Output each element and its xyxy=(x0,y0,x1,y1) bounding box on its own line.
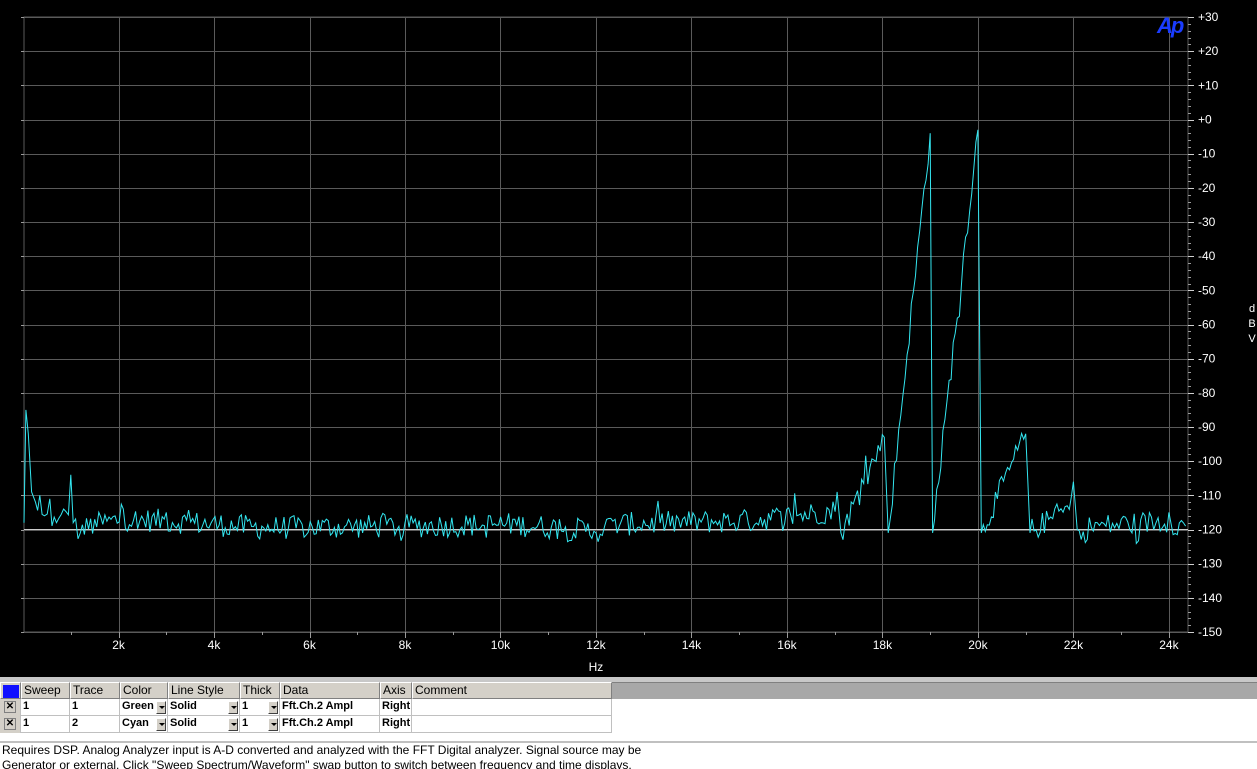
y-tick-label: -110 xyxy=(1198,488,1221,502)
cell-comment[interactable] xyxy=(412,716,612,733)
x-tick-label: 12k xyxy=(586,638,606,652)
row-checkbox-cell[interactable]: ✕ xyxy=(0,716,21,733)
color-dropdown-icon[interactable] xyxy=(156,701,166,714)
line-style-dropdown-icon[interactable] xyxy=(228,718,238,731)
cell-thick[interactable]: 1 xyxy=(240,699,280,716)
y-tick-label: -150 xyxy=(1198,625,1222,639)
header-empty-area xyxy=(612,682,1257,699)
y-tick-label: -120 xyxy=(1198,523,1222,537)
header-data[interactable]: Data xyxy=(280,682,380,699)
color-value: Green xyxy=(122,700,154,712)
x-tick-label: 20k xyxy=(968,638,988,652)
cell-sweep[interactable]: 1 xyxy=(21,716,70,733)
status-line-1: Requires DSP. Analog Analyzer input is A… xyxy=(2,743,642,757)
cell-comment[interactable] xyxy=(412,699,612,716)
y-tick-label: +30 xyxy=(1198,10,1219,24)
color-value: Cyan xyxy=(122,717,149,729)
x-tick-label: 16k xyxy=(777,638,797,652)
status-line-2: Generator or external. Click "Sweep Spec… xyxy=(2,758,632,769)
header-comment[interactable]: Comment xyxy=(412,682,612,699)
thick-value: 1 xyxy=(242,717,249,729)
x-tick-label: 18k xyxy=(873,638,893,652)
cell-color[interactable]: Cyan xyxy=(120,716,168,733)
y-unit-letter-b: B xyxy=(1248,318,1256,330)
x-tick-label: 22k xyxy=(1064,638,1084,652)
table-row: ✕ 1 1 Green Solid 1 Fft.Ch.2 Ampl Right xyxy=(0,699,612,716)
cell-axis[interactable]: Right xyxy=(380,716,412,733)
header-sweep[interactable]: Sweep xyxy=(21,682,70,699)
trace-table: Sweep Trace Color Line Style Thick Data … xyxy=(0,677,1257,741)
trace-enable-checkbox[interactable]: ✕ xyxy=(4,701,16,713)
cell-thick[interactable]: 1 xyxy=(240,716,280,733)
cell-line-style[interactable]: Solid xyxy=(168,699,240,716)
fft-spectrum-chart: +30 +20 +10 +0 -10 -20 -30 -40 -50 -60 -70 -80 -90 -1… xyxy=(21,10,1222,674)
y-unit-letter-d: d xyxy=(1248,303,1256,315)
y-tick-label: -70 xyxy=(1198,352,1216,366)
y-tick-label: -10 xyxy=(1198,147,1216,161)
cell-trace[interactable]: 1 xyxy=(70,699,120,716)
cell-trace[interactable]: 2 xyxy=(70,716,120,733)
row-checkbox-cell[interactable]: ✕ xyxy=(0,699,21,716)
thick-dropdown-icon[interactable] xyxy=(268,718,278,731)
header-line-style[interactable]: Line Style xyxy=(168,682,240,699)
y-tick-label: +10 xyxy=(1198,78,1219,92)
cell-data[interactable]: Fft.Ch.2 Ampl xyxy=(280,699,380,716)
x-tick-label: 6k xyxy=(303,638,317,652)
series-trace-line xyxy=(23,129,1187,545)
graph-panel: +30 +20 +10 +0 -10 -20 -30 -40 -50 -60 -70 -80 -90 -1… xyxy=(0,0,1257,677)
cell-data[interactable]: Fft.Ch.2 Ampl xyxy=(280,716,380,733)
table-row: ✕ 1 2 Cyan Solid 1 Fft.Ch.2 Ampl Right xyxy=(0,716,612,733)
y-tick-label: -100 xyxy=(1198,454,1222,468)
x-tick-label: 8k xyxy=(399,638,413,652)
y-tick-label: -30 xyxy=(1198,215,1216,229)
header-color[interactable]: Color xyxy=(120,682,168,699)
x-tick-label: 10k xyxy=(491,638,511,652)
trace-enable-checkbox[interactable]: ✕ xyxy=(4,718,16,730)
x-tick-label: 24k xyxy=(1159,638,1179,652)
y-tick-label: +20 xyxy=(1198,44,1219,58)
ap-logo: Ap xyxy=(1157,13,1184,38)
x-tick-label: 14k xyxy=(682,638,702,652)
x-tick-label: 4k xyxy=(208,638,222,652)
y-tick-label: -130 xyxy=(1198,557,1222,571)
line-style-dropdown-icon[interactable] xyxy=(228,701,238,714)
thick-value: 1 xyxy=(242,700,249,712)
sweep-color-icon xyxy=(3,685,19,698)
cell-sweep[interactable]: 1 xyxy=(21,699,70,716)
y-tick-label: -140 xyxy=(1198,591,1222,605)
thick-dropdown-icon[interactable] xyxy=(268,701,278,714)
cell-axis[interactable]: Right xyxy=(380,699,412,716)
color-dropdown-icon[interactable] xyxy=(156,718,166,731)
y-unit-letter-v: V xyxy=(1248,333,1256,345)
header-trace[interactable]: Trace xyxy=(70,682,120,699)
y-tick-label: -40 xyxy=(1198,249,1216,263)
y-tick-label: +0 xyxy=(1198,113,1212,127)
line-style-value: Solid xyxy=(170,717,197,729)
x-axis-label: Hz xyxy=(589,660,604,674)
cell-color[interactable]: Green xyxy=(120,699,168,716)
y-tick-label: -80 xyxy=(1198,386,1216,400)
plot-frame xyxy=(23,16,1189,633)
cell-line-style[interactable]: Solid xyxy=(168,716,240,733)
y-tick-label: -50 xyxy=(1198,283,1216,297)
status-bar: Requires DSP. Analog Analyzer input is A… xyxy=(0,741,1257,769)
line-style-value: Solid xyxy=(170,700,197,712)
y-tick-label: -60 xyxy=(1198,318,1216,332)
y-tick-label: -20 xyxy=(1198,181,1216,195)
table-header-row: Sweep Trace Color Line Style Thick Data … xyxy=(0,682,1257,699)
header-axis[interactable]: Axis xyxy=(380,682,412,699)
header-thick[interactable]: Thick xyxy=(240,682,280,699)
sweep-color-header[interactable] xyxy=(0,682,21,699)
x-tick-label: 2k xyxy=(112,638,126,652)
y-tick-label: -90 xyxy=(1198,420,1216,434)
